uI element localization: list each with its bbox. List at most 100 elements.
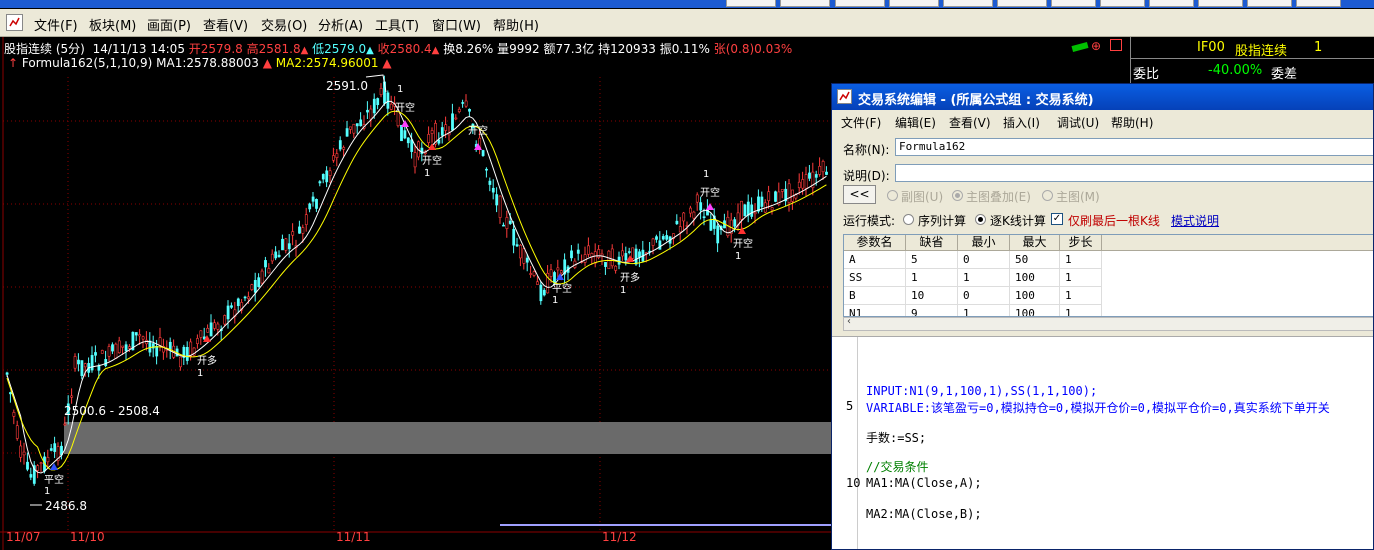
dialog-menu-help[interactable]: 帮助(H) (1111, 114, 1153, 131)
signal-qty: 1 (44, 486, 51, 497)
chart-close: 收2580.4 (377, 42, 432, 56)
param-cell[interactable]: 1 (1060, 287, 1102, 305)
param-cell[interactable]: 10 (906, 287, 958, 305)
parameter-table-scrollbar[interactable]: ‹ (843, 316, 1373, 331)
collapse-button[interactable]: << (843, 185, 876, 204)
menu-trade[interactable]: 交易(O) (261, 15, 307, 34)
title-toolbar-button[interactable] (1149, 0, 1194, 7)
title-toolbar-button[interactable] (889, 0, 939, 7)
title-toolbar-button[interactable] (780, 0, 830, 7)
candle-body (199, 330, 203, 338)
chart-datetime: 14/11/13 14:05 (92, 42, 185, 56)
param-header[interactable]: 最大 (1010, 235, 1060, 251)
description-input[interactable] (895, 164, 1373, 182)
title-toolbar-button[interactable] (943, 0, 993, 7)
scroll-left-icon[interactable]: ‹ (847, 316, 851, 327)
candle-body (661, 236, 665, 240)
menu-help[interactable]: 帮助(H) (493, 15, 539, 34)
candle-body (366, 109, 369, 113)
main-overlay-radio[interactable] (952, 190, 963, 201)
param-cell[interactable]: 1 (1060, 269, 1102, 287)
code-line[interactable]: VARIABLE:该笔盈亏=0,模拟持仓=0,模拟开仓价=0,模拟平仓价=0,真… (866, 399, 1330, 416)
main-chart-radio[interactable] (1042, 190, 1053, 201)
chart-change: 张(0.8)0.03% (713, 42, 793, 56)
param-cell[interactable]: 1 (1060, 305, 1102, 316)
menu-analysis[interactable]: 分析(A) (318, 15, 363, 34)
code-line[interactable]: MA1:MA(Close,A); (866, 476, 982, 490)
candle-body (15, 425, 19, 439)
dialog-menu-insert[interactable]: 插入(I) (1003, 114, 1040, 131)
menu-view-screen[interactable]: 画面(P) (147, 15, 191, 34)
title-toolbar-button[interactable] (1296, 0, 1341, 7)
title-toolbar-button[interactable] (726, 0, 776, 7)
per-bar-calc-radio[interactable] (975, 214, 986, 225)
title-toolbar-button[interactable] (1051, 0, 1096, 7)
param-cell[interactable]: 1 (958, 305, 1010, 316)
param-cell[interactable]: 1 (958, 269, 1010, 287)
param-cell[interactable]: 100 (1010, 269, 1060, 287)
mode-help-link[interactable]: 模式说明 (1171, 212, 1219, 229)
parameter-table[interactable]: 参数名 缺省 最小 最大 步长 A 5 0 50 1 SS 1 1 100 1 … (843, 234, 1373, 317)
zone-label: 2500.6 - 2508.4 (64, 404, 160, 418)
connection-icon[interactable] (1071, 41, 1089, 52)
param-cell[interactable]: 5 (906, 251, 958, 269)
param-cell[interactable]: 9 (906, 305, 958, 316)
title-toolbar-button[interactable] (1100, 0, 1145, 7)
code-line[interactable]: 手数:=SS; (866, 429, 926, 446)
code-line[interactable]: INPUT:N1(9,1,100,1),SS(1,1,100); (866, 384, 1097, 398)
menu-file[interactable]: 文件(F) (34, 15, 78, 34)
param-cell[interactable]: 100 (1010, 305, 1060, 316)
param-cell[interactable]: 0 (958, 251, 1010, 269)
candle-body (304, 214, 308, 225)
window-toggle-icon[interactable] (1110, 39, 1122, 51)
param-cell[interactable]: 0 (958, 287, 1010, 305)
param-header[interactable]: 参数名 (844, 235, 906, 251)
param-cell[interactable]: 100 (1010, 287, 1060, 305)
param-cell[interactable]: 50 (1010, 251, 1060, 269)
code-editor[interactable]: 5 10 INPUT:N1(9,1,100,1),SS(1,1,100); VA… (832, 336, 1373, 549)
param-header[interactable]: 步长 (1060, 235, 1102, 251)
dialog-menu-view[interactable]: 查看(V) (949, 114, 991, 131)
menu-tools[interactable]: 工具(T) (375, 15, 419, 34)
candle-body (495, 194, 499, 206)
sequence-calc-radio[interactable] (903, 214, 914, 225)
dialog-menu-debug[interactable]: 调试(U) (1057, 114, 1099, 131)
dialog-title-bar[interactable]: 交易系统编辑 - (所属公式组 : 交易系统) (832, 84, 1373, 110)
subchart-radio[interactable] (887, 190, 898, 201)
candle-body (522, 248, 526, 264)
menu-block[interactable]: 板块(M) (89, 15, 136, 34)
dialog-menu-edit[interactable]: 编辑(E) (895, 114, 936, 131)
menu-view[interactable]: 查看(V) (203, 15, 248, 34)
title-toolbar-button[interactable] (835, 0, 885, 7)
param-cell[interactable]: A (844, 251, 906, 269)
candle-body (253, 280, 257, 293)
param-cell[interactable]: 1 (906, 269, 958, 287)
code-line[interactable]: MA2:MA(Close,B); (866, 507, 982, 521)
code-line-comment[interactable]: //交易条件 (866, 458, 928, 475)
candle-body (559, 270, 563, 274)
candle-body (689, 207, 692, 214)
param-cell[interactable]: N1 (844, 305, 906, 316)
param-cell[interactable]: 1 (1060, 251, 1102, 269)
title-toolbar-button[interactable] (1198, 0, 1243, 7)
param-cell[interactable]: SS (844, 269, 906, 287)
title-toolbar-button[interactable] (1247, 0, 1292, 7)
param-header[interactable]: 缺省 (906, 235, 958, 251)
dialog-menu-file[interactable]: 文件(F) (841, 114, 881, 131)
param-cell[interactable]: B (844, 287, 906, 305)
signal-label: 开空 (733, 239, 753, 250)
app-icon[interactable] (6, 14, 23, 31)
candle-body (505, 217, 509, 229)
candle-body (9, 392, 12, 395)
candle-body (638, 251, 641, 258)
title-toolbar-button[interactable] (997, 0, 1047, 7)
only-last-bar-checkbox[interactable]: ✓ (1051, 213, 1063, 225)
formula-name[interactable]: Formula162(5,1,10,9) (22, 56, 152, 70)
candle-body (148, 340, 152, 353)
name-input[interactable]: Formula162 (895, 138, 1373, 156)
candle-body (451, 113, 454, 131)
menu-window[interactable]: 窗口(W) (432, 15, 481, 34)
candle-body (138, 334, 142, 337)
pin-icon[interactable]: ⊕ (1091, 39, 1101, 53)
param-header[interactable]: 最小 (958, 235, 1010, 251)
